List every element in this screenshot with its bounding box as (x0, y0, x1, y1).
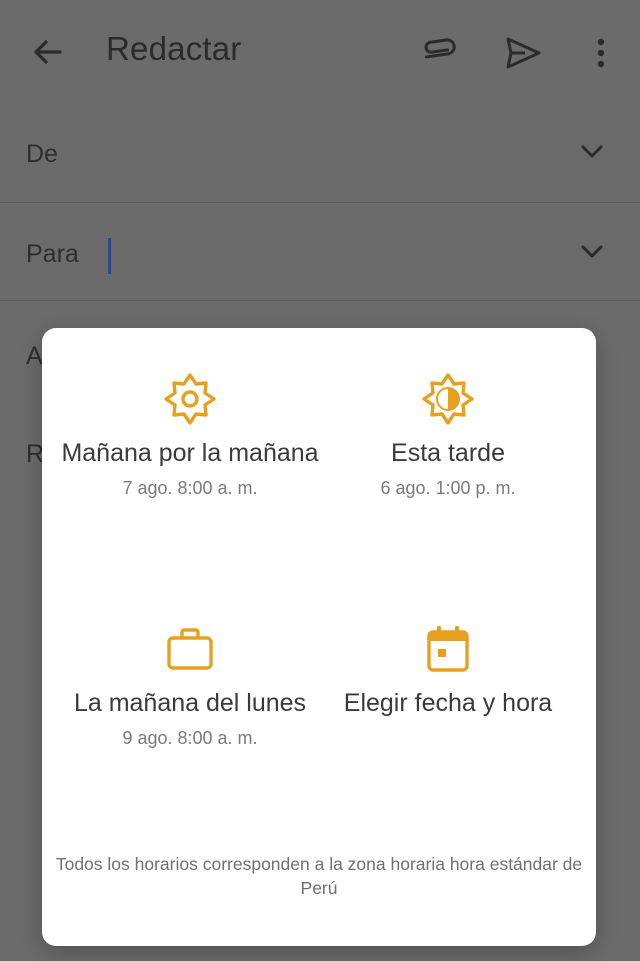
option-this-afternoon[interactable]: Esta tarde 6 ago. 1:00 p. m. (318, 372, 578, 499)
from-field[interactable]: De (0, 104, 640, 203)
option-datetime: 6 ago. 1:00 p. m. (380, 478, 516, 498)
option-label: Mañana por la mañana (61, 439, 319, 467)
option-monday-morning[interactable]: La mañana del lunes 9 ago. 8:00 a. m. (60, 622, 320, 749)
subject-field-partial[interactable]: A (26, 342, 43, 371)
from-expand-button[interactable] (576, 136, 608, 168)
send-icon (506, 37, 541, 69)
half-sun-icon (422, 373, 474, 425)
back-button[interactable] (26, 30, 70, 74)
timezone-note: Todos los horarios corresponden a la zon… (55, 854, 583, 898)
option-label: Esta tarde (391, 439, 505, 467)
text-cursor (108, 238, 111, 274)
to-label: Para (26, 240, 79, 268)
from-label: De (26, 140, 58, 168)
chevron-down-icon (581, 245, 603, 258)
option-label: Elegir fecha y hora (343, 689, 553, 717)
attach-icon (424, 38, 456, 59)
option-label: La mañana del lunes (73, 689, 307, 717)
more-vert-icon (597, 38, 605, 68)
page-title: Redactar (106, 30, 242, 67)
chevron-down-icon (581, 145, 603, 158)
schedule-send-dialog: Mañana por la mañana 7 ago. 8:00 a. m. E… (42, 328, 596, 946)
arrow-back-icon (34, 40, 62, 64)
sun-icon (164, 373, 216, 425)
option-datetime: 9 ago. 8:00 a. m. (122, 728, 258, 748)
option-tomorrow-morning[interactable]: Mañana por la mañana 7 ago. 8:00 a. m. (60, 372, 320, 499)
to-field[interactable]: Para (0, 202, 640, 301)
app-bar: Redactar (0, 0, 640, 104)
attach-button[interactable] (418, 31, 462, 75)
briefcase-icon (167, 628, 213, 670)
to-expand-button[interactable] (576, 236, 608, 268)
option-pick-date-time[interactable]: Elegir fecha y hora (318, 622, 578, 720)
option-datetime: 7 ago. 8:00 a. m. (122, 478, 258, 498)
calendar-icon (427, 626, 469, 672)
send-button[interactable] (500, 30, 546, 76)
more-options-button[interactable] (586, 30, 616, 76)
